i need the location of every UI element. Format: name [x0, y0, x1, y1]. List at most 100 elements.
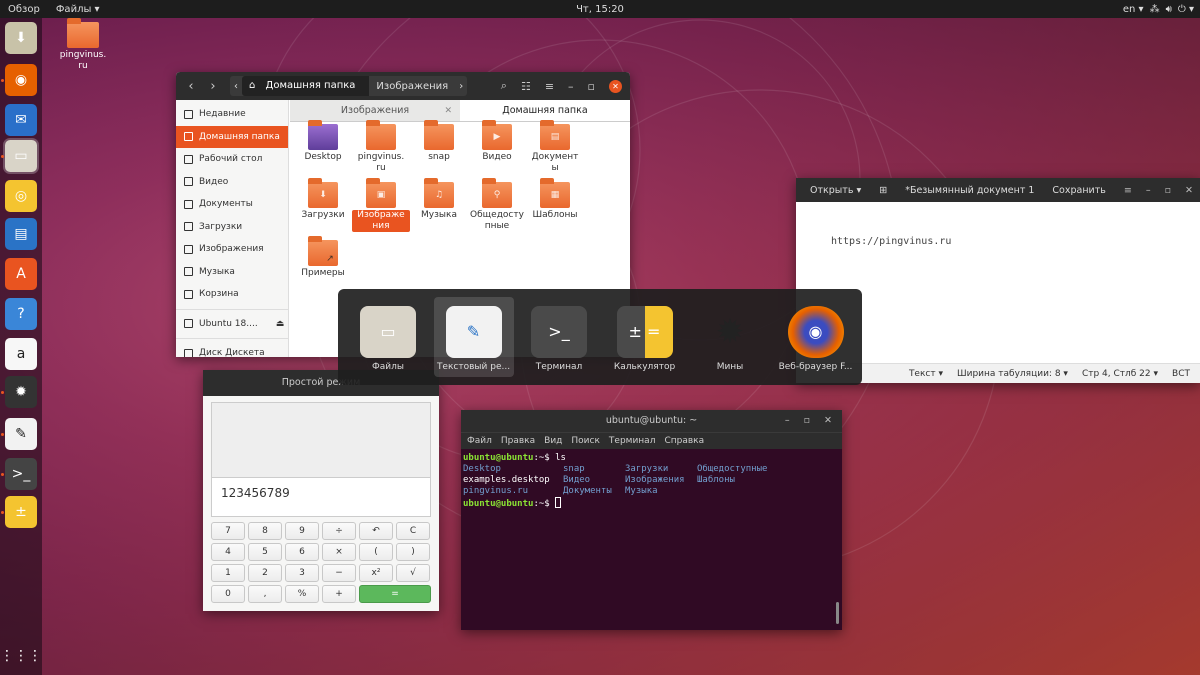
calculator-input[interactable]: 123456789: [212, 478, 430, 500]
terminal-menu-item[interactable]: Справка: [664, 436, 704, 446]
sidebar-item[interactable]: Домашняя папка: [176, 125, 288, 148]
show-apps-icon[interactable]: ⋮⋮⋮: [0, 640, 42, 672]
switcher-item[interactable]: ✹ Мины: [690, 297, 770, 377]
switcher-item[interactable]: ◉ Веб-браузер F...: [776, 297, 856, 377]
switcher-item[interactable]: ✎ Текстовый ре...: [433, 297, 514, 377]
editor-text-area[interactable]: https://pingvinus.ru: [796, 202, 1200, 247]
calc-key[interactable]: =: [359, 585, 431, 603]
back-button[interactable]: ‹: [180, 79, 202, 94]
clock[interactable]: Чт, 15:20: [0, 4, 1200, 15]
calc-key[interactable]: 6: [285, 543, 319, 561]
file-item[interactable]: ⚲ Общедосту пные: [468, 178, 526, 232]
dock-item[interactable]: ✹: [5, 376, 37, 408]
cursor-position[interactable]: Стр 4, Стлб 22 ▾: [1082, 369, 1158, 379]
minimize-button[interactable]: –: [1146, 185, 1151, 196]
dock-item[interactable]: ⬇: [5, 22, 37, 54]
calc-key[interactable]: 9: [285, 522, 319, 540]
calc-key[interactable]: 0: [211, 585, 245, 603]
dock-item[interactable]: ◉: [5, 64, 37, 96]
maximize-button[interactable]: ▫: [804, 410, 810, 432]
desktop-folder-pingvinus[interactable]: pingvinus. ru: [58, 18, 108, 72]
path-images[interactable]: Изображения: [369, 81, 455, 92]
terminal-output[interactable]: ubuntu@ubuntu:~$ ls Desktop examples.deskt…: [461, 449, 842, 509]
terminal-menu-item[interactable]: Поиск: [571, 436, 600, 446]
sidebar-item[interactable]: Загрузки: [176, 216, 288, 239]
terminal-scrollbar[interactable]: [836, 602, 839, 624]
calc-key[interactable]: 2: [248, 564, 282, 582]
dock-item[interactable]: >_: [5, 458, 37, 490]
calc-key[interactable]: ,: [248, 585, 282, 603]
sidebar-device[interactable]: Ubuntu 18.... ⏏: [176, 313, 288, 336]
close-button[interactable]: ✕: [609, 79, 622, 93]
calc-key[interactable]: ): [396, 543, 430, 561]
calc-key[interactable]: ×: [322, 543, 356, 561]
menu-icon[interactable]: ≡: [545, 80, 554, 93]
sidebar-item[interactable]: Изображения: [176, 238, 288, 261]
switcher-item[interactable]: >_ Терминал: [519, 297, 599, 377]
language-indicator[interactable]: en ▾: [1123, 4, 1144, 15]
tab-close-icon[interactable]: ✕: [444, 106, 452, 116]
path-home[interactable]: ⌂ Домашняя папка: [242, 76, 370, 96]
calc-key[interactable]: x²: [359, 564, 393, 582]
close-button[interactable]: ✕: [824, 410, 832, 432]
sidebar-item[interactable]: Недавние: [176, 103, 288, 126]
dock-item[interactable]: a: [5, 338, 37, 370]
dock-item[interactable]: ▭: [3, 138, 39, 174]
calc-key[interactable]: 4: [211, 543, 245, 561]
dock-item[interactable]: ✉: [5, 104, 37, 136]
tab-images[interactable]: Изображения ✕: [290, 100, 460, 121]
calc-key[interactable]: 3: [285, 564, 319, 582]
file-item[interactable]: ⬇ Загрузки: [294, 178, 352, 221]
sidebar-item[interactable]: Документы: [176, 193, 288, 216]
path-right-arrow[interactable]: ›: [455, 81, 467, 92]
tab-home[interactable]: Домашняя папка: [460, 100, 630, 121]
terminal-menu-item[interactable]: Вид: [544, 436, 562, 446]
file-item[interactable]: ↗ Примеры: [294, 236, 352, 279]
language-selector[interactable]: Текст ▾: [909, 369, 943, 379]
dock-item[interactable]: ✎: [5, 418, 37, 450]
dock-item[interactable]: ?: [5, 298, 37, 330]
calc-key[interactable]: ↶: [359, 522, 393, 540]
tab-width-selector[interactable]: Ширина табуляции: 8 ▾: [957, 369, 1068, 379]
sidebar-item[interactable]: Рабочий стол: [176, 148, 288, 171]
close-button[interactable]: ✕: [1185, 185, 1193, 196]
forward-button[interactable]: ›: [202, 79, 224, 94]
dock-item[interactable]: ◎: [5, 180, 37, 212]
dock-item[interactable]: ▤: [5, 218, 37, 250]
view-list-icon[interactable]: ☷: [521, 80, 531, 93]
power-icon[interactable]: ⏻ ▾: [1178, 4, 1194, 15]
volume-icon[interactable]: 🔊︎: [1166, 4, 1172, 15]
switcher-item[interactable]: ▭ Файлы: [348, 297, 428, 377]
file-item[interactable]: ▶ Видео: [468, 120, 526, 163]
save-button[interactable]: Сохранить: [1052, 185, 1105, 196]
menu-icon[interactable]: ≡: [1124, 185, 1132, 196]
file-item[interactable]: ♫ Музыка: [410, 178, 468, 221]
terminal-menu-item[interactable]: Файл: [467, 436, 492, 446]
sidebar-item[interactable]: Видео: [176, 171, 288, 194]
minimize-button[interactable]: –: [568, 80, 574, 93]
file-item[interactable]: ▤ Документ ы: [526, 120, 584, 174]
calc-key[interactable]: −: [322, 564, 356, 582]
file-item[interactable]: snap: [410, 120, 468, 163]
app-menu[interactable]: Файлы ▾: [48, 4, 108, 15]
minimize-button[interactable]: –: [785, 410, 790, 432]
file-item[interactable]: pingvinus. ru: [352, 120, 410, 174]
dock-item[interactable]: ±: [5, 496, 37, 528]
calc-key[interactable]: %: [285, 585, 319, 603]
file-item[interactable]: ▦ Шаблоны: [526, 178, 584, 221]
sidebar-item[interactable]: Корзина: [176, 283, 288, 306]
open-button[interactable]: Открыть ▾: [810, 185, 861, 196]
activities-button[interactable]: Обзор: [0, 4, 48, 15]
search-icon[interactable]: ⌕: [501, 79, 507, 93]
file-item[interactable]: Desktop: [294, 120, 352, 163]
terminal-menu-item[interactable]: Правка: [501, 436, 535, 446]
sidebar-item[interactable]: Музыка: [176, 261, 288, 284]
dock-item[interactable]: A: [5, 258, 37, 290]
maximize-button[interactable]: ▫: [588, 80, 595, 93]
calc-key[interactable]: C: [396, 522, 430, 540]
maximize-button[interactable]: ▫: [1165, 185, 1171, 196]
eject-icon[interactable]: ⏏: [276, 319, 285, 329]
path-left-arrow[interactable]: ‹: [230, 81, 242, 92]
terminal-menu-item[interactable]: Терминал: [609, 436, 656, 446]
calc-key[interactable]: 7: [211, 522, 245, 540]
